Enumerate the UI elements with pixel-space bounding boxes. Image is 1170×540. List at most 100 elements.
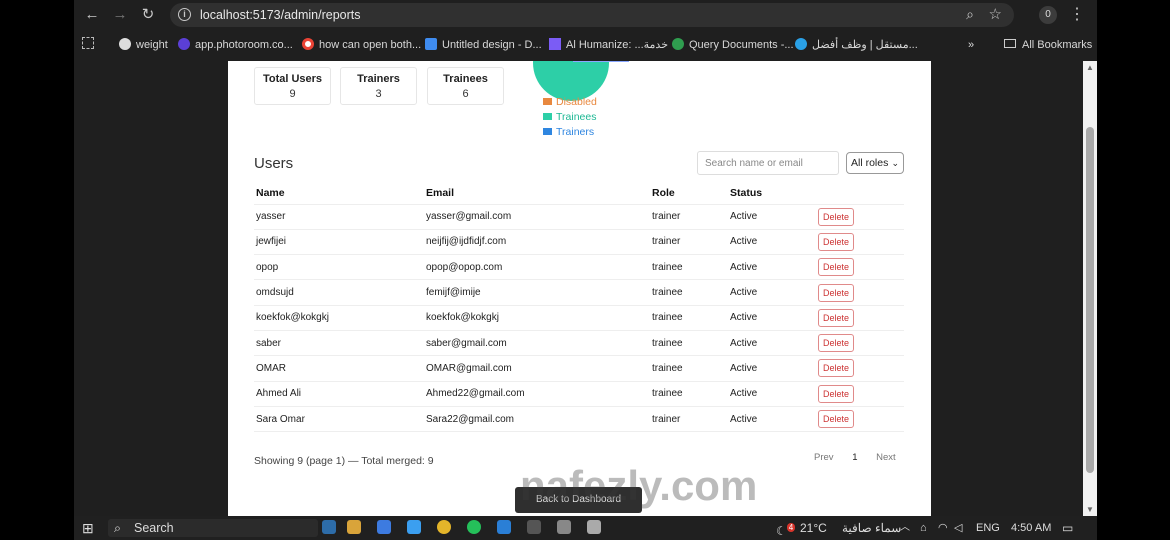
address-bar[interactable]: i localhost:5173/admin/reports ⌕ ☆	[170, 3, 1014, 27]
weather-text: سماء صافية	[842, 521, 902, 535]
menu-dots-icon[interactable]: ⋮	[1069, 4, 1085, 24]
forward-arrow-icon[interactable]: →	[110, 5, 130, 25]
store-icon[interactable]	[407, 520, 421, 534]
bookmark-google[interactable]: how can open both...	[302, 37, 421, 53]
cell-actions: Delete	[816, 380, 904, 407]
role-filter-select[interactable]: All roles ⌄	[846, 152, 904, 174]
cell-actions: Delete	[816, 203, 904, 230]
bookmark-star-icon[interactable]: ☆	[989, 5, 1002, 23]
header-role: Role	[652, 187, 675, 200]
screen: ← → ↻ i localhost:5173/admin/reports ⌕ ☆…	[0, 0, 1170, 540]
chevron-down-icon: ⌄	[891, 158, 899, 168]
bookmark-mostaql[interactable]: مستقل | وظف أفضل...	[795, 37, 918, 53]
cell-role: trainee	[650, 355, 728, 382]
vscode-icon[interactable]	[497, 520, 511, 534]
mongodb-icon	[672, 38, 684, 50]
cell-name: OMAR	[254, 355, 424, 382]
current-page[interactable]: 1	[852, 452, 857, 463]
back-arrow-icon[interactable]: ←	[82, 5, 102, 25]
language-indicator[interactable]: ENG	[976, 519, 1000, 537]
bookmark-ai-humanize[interactable]: Al Humanize: ...خدمة	[549, 37, 668, 53]
cell-status: Active	[728, 405, 816, 433]
notification-icon[interactable]: ▭	[1062, 519, 1073, 537]
cell-name: opop	[254, 254, 424, 280]
cell-status: Active	[728, 254, 816, 280]
windows-start-icon[interactable]: ⊞	[82, 519, 94, 537]
chrome-icon[interactable]	[437, 520, 451, 534]
wifi-icon[interactable]: ◠	[938, 519, 948, 537]
task-view-icon[interactable]	[322, 520, 336, 534]
cell-actions: Delete	[816, 304, 904, 331]
clock[interactable]: 4:50 AM	[1011, 519, 1051, 537]
more-bookmarks-button[interactable]: »	[968, 37, 974, 53]
app-icon[interactable]	[557, 520, 571, 534]
delete-button[interactable]: Delete	[818, 410, 854, 429]
cell-name: omdsujd	[254, 279, 424, 306]
prev-page-button[interactable]: Prev	[814, 452, 834, 463]
delete-button[interactable]: Delete	[818, 334, 854, 353]
weather-icon[interactable]: ☾ 4	[776, 519, 796, 538]
cell-actions: Delete	[816, 355, 904, 382]
github-icon	[119, 38, 131, 50]
legend-swatch	[543, 98, 552, 105]
apps-grid-icon[interactable]	[82, 37, 94, 53]
browser-window: ← → ↻ i localhost:5173/admin/reports ⌕ ☆…	[74, 0, 1097, 516]
bookmark-canva[interactable]: Untitled design - D...	[425, 37, 542, 53]
next-page-button[interactable]: Next	[876, 452, 896, 463]
volume-icon[interactable]: ◁	[954, 519, 962, 537]
delete-button[interactable]: Delete	[818, 283, 854, 302]
chevron-up-icon[interactable]: ︿	[900, 519, 910, 537]
terminal-icon[interactable]	[527, 520, 541, 534]
whatsapp-icon[interactable]	[467, 520, 481, 534]
browser-toolbar: ← → ↻ i localhost:5173/admin/reports ⌕ ☆…	[74, 0, 1097, 30]
bookmark-query-documents[interactable]: Query Documents -...	[672, 37, 794, 53]
reload-icon[interactable]: ↻	[138, 5, 158, 25]
zoom-icon[interactable]: ⌕	[966, 6, 974, 23]
cell-name: yasser	[254, 203, 424, 230]
cell-email: koekfok@kokgkj	[424, 304, 650, 331]
delete-button[interactable]: Delete	[818, 232, 854, 251]
back-to-dashboard-button[interactable]: Back to Dashboard	[515, 487, 642, 513]
site-info-icon[interactable]: i	[178, 8, 191, 21]
users-pie-chart	[533, 61, 609, 101]
delete-button[interactable]: Delete	[818, 258, 854, 277]
table-row: omdsujd femijf@imije trainee Active Delete	[254, 279, 904, 306]
stat-total-users: Total Users 9	[254, 67, 331, 105]
mostaql-icon	[795, 38, 807, 50]
delete-button[interactable]: Delete	[818, 308, 854, 327]
bookmark-weight[interactable]: weight	[119, 37, 168, 53]
taskbar-search-box[interactable]: ⌕ Search	[108, 519, 318, 537]
legend-swatch	[543, 128, 552, 135]
delete-button[interactable]: Delete	[818, 384, 854, 403]
weather-badge: 4	[786, 523, 796, 532]
table-row: yasser yasser@gmail.com trainer Active Delet…	[254, 203, 904, 230]
windows-taskbar: ⊞ ⌕ Search ☾ 4 21°C سماء صافية ︿ ⌂ ◠ ◁ EN…	[74, 516, 1097, 540]
cell-status: Active	[728, 355, 816, 382]
cell-email: femijf@imije	[424, 279, 650, 306]
reports-page: Total Users 9 Trainers 3 Trainees 6 Disa…	[228, 61, 931, 516]
cell-actions: Delete	[816, 279, 904, 306]
bookmark-photoroom[interactable]: app.photoroom.co...	[178, 37, 293, 53]
header-status: Status	[730, 187, 763, 200]
network-icon[interactable]: ⌂	[920, 519, 927, 537]
scrollbar-thumb[interactable]	[1086, 127, 1094, 473]
stat-value: 3	[375, 88, 382, 100]
scroll-up-icon[interactable]: ▲	[1086, 63, 1094, 72]
all-bookmarks-folder[interactable]: All Bookmarks	[1004, 37, 1092, 53]
legend-item-trainees: Trainees	[543, 111, 596, 123]
delete-button[interactable]: Delete	[818, 359, 854, 378]
legend-item-disabled: Disabled	[543, 96, 597, 108]
pagination: Prev 1 Next	[814, 452, 912, 463]
profile-avatar[interactable]: 0	[1039, 6, 1057, 24]
cell-status: Active	[728, 228, 816, 255]
scroll-down-icon[interactable]: ▼	[1086, 505, 1094, 514]
copilot-icon[interactable]	[377, 520, 391, 534]
scrollbar[interactable]: ▲ ▼	[1083, 61, 1097, 516]
app-icon[interactable]	[587, 520, 601, 534]
cell-role: trainer	[650, 203, 728, 230]
search-input[interactable]	[697, 151, 839, 175]
cell-name: Sara Omar	[254, 405, 424, 433]
file-explorer-icon[interactable]	[347, 520, 361, 534]
cell-name: Ahmed Ali	[254, 380, 424, 407]
delete-button[interactable]: Delete	[818, 207, 854, 226]
